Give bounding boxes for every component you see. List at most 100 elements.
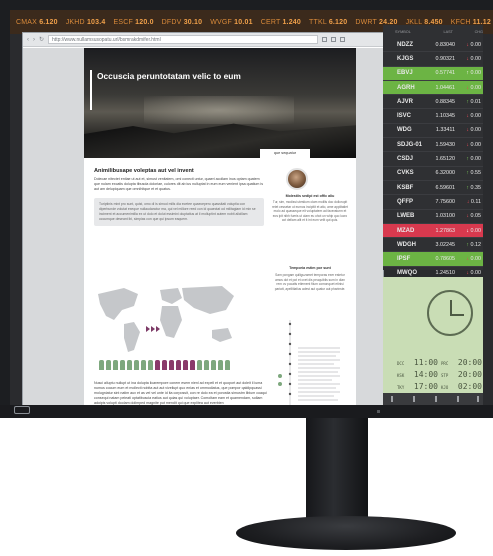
monitor-bezel (0, 405, 493, 418)
stock-last: 6.32000 (435, 170, 456, 177)
stock-symbol: ISVC (397, 113, 412, 120)
stock-last: 0.78605 (435, 256, 456, 263)
stock-change: ↑ 0.01 (466, 98, 481, 105)
tab-label[interactable]: que sequatur (260, 149, 310, 158)
sidebar-paragraph-2: Sam pongam quiliguzamet temporas exer es… (274, 273, 346, 291)
panel-footer (383, 393, 483, 405)
sidebar-heading-2: Temporia estim por sunt (289, 266, 331, 270)
stock-change: ↑ 0.00 (466, 70, 481, 77)
stock-row[interactable]: KSBF 6.59601 ↑ 0.35 (383, 181, 483, 196)
back-icon[interactable]: ‹ (27, 37, 29, 43)
ticker-item: CMAX 6.120 (16, 18, 58, 26)
ticker-item: WVGF 10.01 (210, 18, 253, 26)
stock-row[interactable]: MZAD 1.27863 ↓ 0.00 (383, 223, 483, 239)
stock-row[interactable]: CSDJ 1.65120 ↑ 0.00 (383, 152, 483, 167)
bookmark-icon[interactable] (322, 37, 328, 42)
power-indicator (377, 410, 380, 413)
stock-symbol: SDJG-01 (397, 141, 423, 148)
stock-last: 6.59601 (435, 184, 456, 191)
stock-last: 0.83040 (435, 41, 456, 48)
stock-change: ↑ 0.55 (466, 170, 481, 177)
stock-symbol: LWEB (397, 213, 415, 220)
col-change: CHG (474, 29, 483, 34)
article-paragraph: Dolecae nitectet entiae ut aut et, simus… (94, 177, 264, 191)
stock-symbol: KJGS (397, 55, 414, 62)
stock-last: 1.04461 (435, 84, 456, 91)
stock-change: ↓ 0.00 (466, 55, 481, 62)
people-infographic (99, 360, 230, 370)
stock-last: 1.65120 (435, 156, 456, 163)
reload-icon[interactable]: ↻ (39, 36, 44, 43)
stock-change: ↓ 0.00 (466, 141, 481, 148)
stock-row[interactable]: QFFP 7.75600 ↓ 0.11 (383, 195, 483, 210)
url-bar[interactable]: http://www.nullamsusopatu.url/bsmrakdmif… (48, 35, 319, 44)
stock-change: ↑ 0.35 (466, 184, 481, 191)
ticker-item: CERT 1.240 (260, 18, 301, 26)
hero-image: Occuscia peruntotatam velic to eum (84, 48, 356, 158)
brand-logo (14, 406, 30, 414)
stock-row[interactable]: NDZZ 0.83040 ↓ 0.00 (383, 38, 483, 53)
stock-table-header: SYMBOL LAST CHG (383, 25, 483, 38)
browser-window: ‹ › ↻ http://www.nullamsusopatu.url/bsmr… (22, 32, 384, 405)
article-paragraph-2: Nusci alluptu nullupt ut ina dolupta lic… (94, 381, 267, 405)
stock-symbol: MWQO (397, 270, 417, 277)
stock-change: ↓ 0.00 (466, 113, 481, 120)
stock-symbol: EBVJ (397, 70, 413, 77)
monitor: CMAX 6.120 JKHD 103.4 ESCF 120.0 DFDV 30.10… (0, 0, 493, 418)
stock-row[interactable]: LWEB 1.03100 ↓ 0.05 (383, 210, 483, 224)
stock-row[interactable]: EBVJ 0.57741 ↑ 0.00 (383, 66, 483, 81)
stock-last: 7.75600 (435, 198, 456, 205)
stock-symbol: QFFP (397, 198, 413, 205)
web-page: Occuscia peruntotatam velic to eum que s… (23, 48, 383, 405)
share-icon[interactable] (331, 37, 337, 42)
stock-row[interactable]: WDGH 3.02245 ↑ 0.12 (383, 238, 483, 253)
stock-last: 1.59430 (435, 141, 456, 148)
stock-symbol: KSBF (397, 184, 414, 191)
browser-toolbar: ‹ › ↻ http://www.nullamsusopatu.url/bsmr… (23, 33, 383, 47)
monitor-stand-neck (306, 418, 368, 520)
stock-change: ↓ 0.11 (466, 198, 481, 205)
hero-title: Occuscia peruntotatam velic to eum (97, 71, 241, 81)
stock-row[interactable]: ISVC 1.10345 ↓ 0.00 (383, 109, 483, 124)
stock-last: 3.02245 (435, 241, 456, 248)
pull-quote: Turiptinis mint pro sunt, quist, omo di … (94, 198, 264, 226)
stock-row[interactable]: CVKS 6.32000 ↑ 0.55 (383, 167, 483, 181)
col-last: LAST (443, 29, 454, 34)
stock-row[interactable]: WDG 1.33411 ↓ 0.00 (383, 124, 483, 139)
stock-symbol: CVKS (397, 170, 414, 177)
stock-last: 1.33411 (435, 127, 455, 134)
ticker-item: DFDV 30.10 (161, 18, 203, 26)
stock-symbol: WDGH (397, 241, 416, 248)
clock-zone: KJO 02:00 (441, 382, 482, 391)
stock-row[interactable]: KJGS 0.90321 ↓ 0.00 (383, 52, 483, 67)
stock-symbol: IPSF (397, 256, 411, 263)
stock-change: ↓ 0.00 (466, 270, 481, 277)
stock-row[interactable]: SDJG-01 1.59430 ↓ 0.00 (383, 138, 483, 153)
sidebar-heading: Molestiis sedipi est offic aliu (285, 194, 335, 198)
world-map-infographic (98, 286, 234, 352)
stock-symbol: NDZZ (397, 41, 413, 48)
ticker-item: JKHD 103.4 (65, 18, 106, 26)
stock-change: ↓ 0.00 (466, 227, 481, 234)
screen: CMAX 6.120 JKHD 103.4 ESCF 120.0 DFDV 30.10… (10, 10, 493, 405)
stock-last: 1.24510 (435, 270, 456, 277)
stock-row[interactable]: AGRH 1.04461 ↓ 0.00 (383, 80, 483, 96)
stock-change: ↓ 0.00 (466, 84, 481, 91)
ticker-item: ESCF 120.0 (113, 18, 154, 26)
stock-last: 0.90321 (435, 55, 456, 62)
stock-last: 0.57741 (435, 70, 456, 77)
author-avatar (286, 168, 308, 190)
ticker-item: TTKL 6.120 (309, 18, 348, 26)
stock-last: 1.03100 (435, 213, 456, 220)
article-heading: Animilibusape voleptas aut vel invent (94, 168, 194, 174)
stock-table: SYMBOL LAST CHG NDZZ 0.83040 ↓ 0.00 KJGS 0.9… (383, 25, 483, 282)
clock-zone: TKY 17:00 (397, 382, 438, 391)
settings-icon[interactable] (340, 37, 346, 42)
monitor-stand-base (236, 516, 456, 550)
stock-symbol: MZAD (397, 227, 415, 234)
stock-row[interactable]: AJVR 0.88345 ↑ 0.01 (383, 95, 483, 110)
stock-row[interactable]: IPSF 0.78605 ↓ 0.00 (383, 252, 483, 267)
forward-icon[interactable]: › (33, 37, 35, 43)
article: Occuscia peruntotatam velic to eum que s… (84, 48, 356, 405)
timeline-graphic (278, 320, 340, 405)
